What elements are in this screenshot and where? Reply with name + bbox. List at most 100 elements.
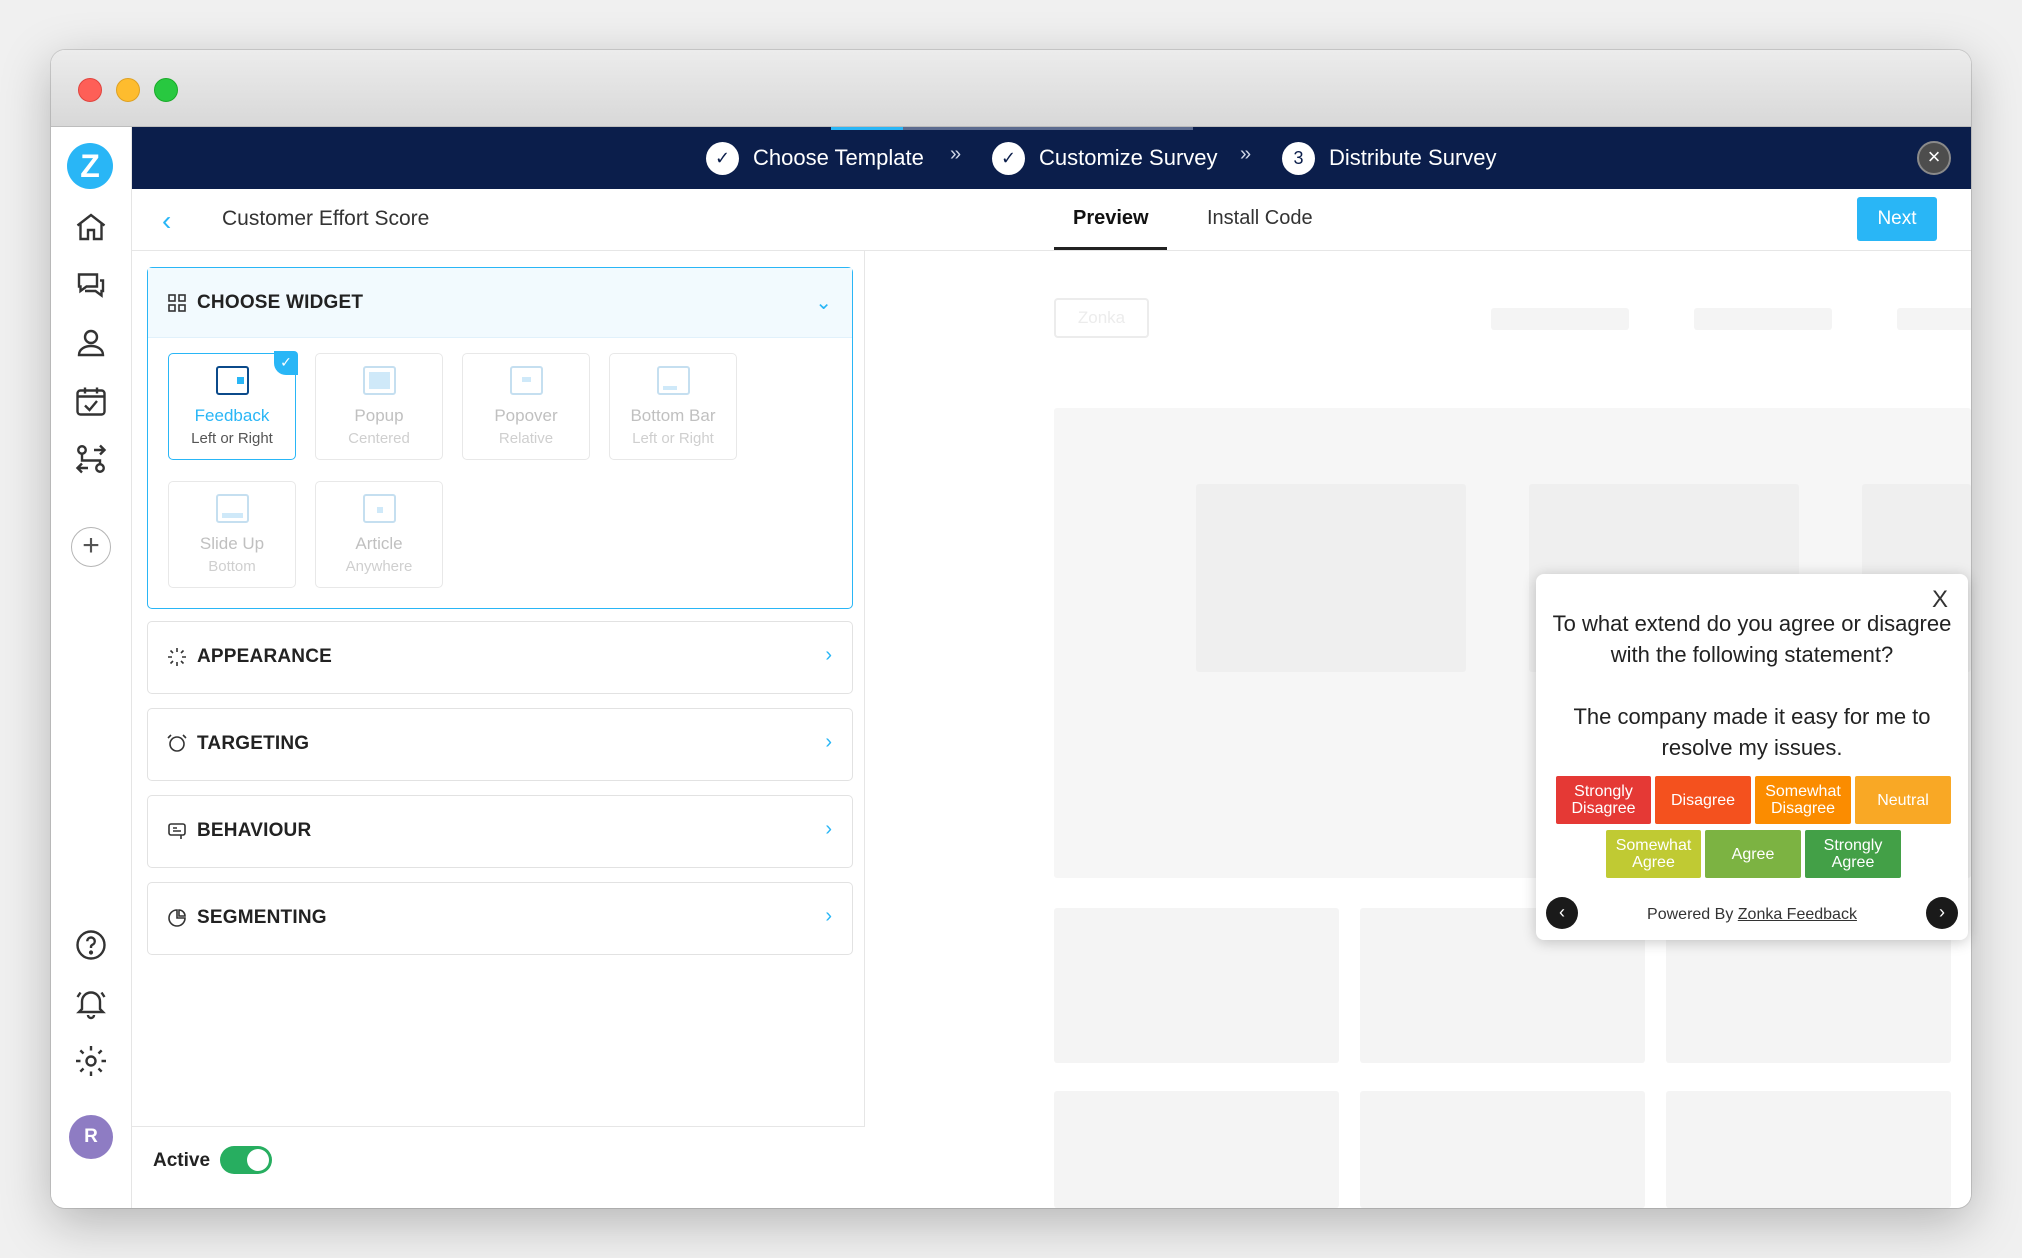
active-label: Active xyxy=(153,1150,211,1171)
preview-placeholder-button: Zonka xyxy=(1054,298,1149,338)
segmenting-header[interactable]: SEGMENTING › xyxy=(148,883,852,953)
widget-option-bottom-bar[interactable]: Bottom Bar Left or Right xyxy=(609,353,737,460)
calendar-check-icon[interactable] xyxy=(73,383,109,419)
option-disagree[interactable]: Disagree xyxy=(1655,776,1751,824)
section-title: CHOOSE WIDGET xyxy=(197,291,364,313)
next-arrow-icon[interactable]: › xyxy=(1926,897,1958,929)
step-label: Distribute Survey xyxy=(1329,145,1497,170)
step-choose-template[interactable]: ✓ Choose Template xyxy=(706,141,924,175)
placeholder-bar xyxy=(1694,308,1832,330)
placeholder-card xyxy=(1054,908,1339,1063)
check-icon: ✓ xyxy=(992,141,1025,175)
user-icon[interactable] xyxy=(73,325,109,361)
close-window-button[interactable] xyxy=(78,78,102,102)
workflow-icon[interactable] xyxy=(73,441,109,477)
choose-widget-header[interactable]: CHOOSE WIDGET ⌄ xyxy=(148,268,852,338)
zonka-feedback-link[interactable]: Zonka Feedback xyxy=(1738,906,1857,923)
zonka-logo[interactable]: Z xyxy=(67,143,113,189)
minimize-window-button[interactable] xyxy=(116,78,140,102)
article-widget-icon xyxy=(363,494,396,523)
section-title: TARGETING xyxy=(197,733,310,754)
widget-desc: Anywhere xyxy=(345,558,413,575)
option-strongly-agree[interactable]: Strongly Agree xyxy=(1805,830,1901,878)
next-button[interactable]: Next xyxy=(1857,197,1937,241)
panel-footer: Active xyxy=(132,1126,865,1208)
chevron-right-icon[interactable]: › xyxy=(825,731,832,754)
widget-name: Slide Up xyxy=(199,534,265,553)
slide-up-widget-icon xyxy=(216,494,249,523)
step-bar: ✓ Choose Template » ✓ Customize Survey »… xyxy=(132,127,1971,189)
widget-name: Popover xyxy=(494,406,558,425)
option-somewhat-agree[interactable]: Somewhat Agree xyxy=(1606,830,1701,878)
widget-option-feedback[interactable]: Feedback Left or Right ✓ xyxy=(168,351,298,460)
widget-option-slide-up[interactable]: Slide Up Bottom xyxy=(168,481,296,588)
target-icon xyxy=(166,733,188,755)
double-chevron-icon: » xyxy=(950,143,962,165)
user-avatar[interactable]: R xyxy=(69,1115,113,1159)
widget-desc: Relative xyxy=(498,430,554,447)
back-arrow-icon[interactable]: ‹ xyxy=(162,205,171,237)
widget-option-article[interactable]: Article Anywhere xyxy=(315,481,443,588)
selected-check-icon: ✓ xyxy=(274,351,298,375)
powered-by-text: Powered By xyxy=(1647,906,1734,923)
survey-question-intro: To what extend do you agree or disagree … xyxy=(1552,611,1952,667)
home-icon[interactable] xyxy=(73,209,109,245)
segmenting-section[interactable]: SEGMENTING › xyxy=(147,882,853,955)
close-icon[interactable]: × xyxy=(1917,141,1951,175)
section-title: BEHAVIOUR xyxy=(197,820,312,841)
widget-name: Popup xyxy=(354,406,404,425)
tab-install-code[interactable]: Install Code xyxy=(1207,207,1313,230)
placeholder-card xyxy=(1054,1091,1339,1208)
targeting-header[interactable]: TARGETING › xyxy=(148,709,852,779)
settings-gear-icon[interactable] xyxy=(73,1043,109,1079)
placeholder-bar xyxy=(1491,308,1629,330)
choose-widget-section: CHOOSE WIDGET ⌄ Feedback Left or Right ✓… xyxy=(147,267,853,609)
double-chevron-icon: » xyxy=(1240,143,1252,165)
placeholder-tile xyxy=(1196,484,1466,672)
step-customize-survey[interactable]: ✓ Customize Survey xyxy=(992,141,1218,175)
chevron-right-icon[interactable]: › xyxy=(825,644,832,667)
behaviour-icon xyxy=(166,820,188,842)
widget-settings-panel: CHOOSE WIDGET ⌄ Feedback Left or Right ✓… xyxy=(132,251,865,1208)
chat-bubbles-icon[interactable] xyxy=(73,267,109,303)
widget-option-popup[interactable]: Popup Centered xyxy=(315,353,443,460)
window-titlebar xyxy=(51,50,1971,127)
bottom-bar-widget-icon xyxy=(657,366,690,395)
behaviour-header[interactable]: BEHAVIOUR › xyxy=(148,796,852,866)
option-somewhat-disagree[interactable]: Somewhat Disagree xyxy=(1755,776,1851,824)
widget-desc: Bottom xyxy=(208,558,256,575)
appearance-section[interactable]: APPEARANCE › xyxy=(147,621,853,694)
widget-desc: Left or Right xyxy=(191,430,273,447)
widget-desc: Left or Right xyxy=(632,430,714,447)
chevron-down-icon[interactable]: ⌄ xyxy=(815,290,832,315)
active-toggle[interactable] xyxy=(220,1146,272,1174)
behaviour-section[interactable]: BEHAVIOUR › xyxy=(147,795,853,868)
chevron-right-icon[interactable]: › xyxy=(825,818,832,841)
survey-widget: X To what extend do you agree or disagre… xyxy=(1536,574,1968,940)
step-number: 3 xyxy=(1282,141,1315,175)
option-neutral[interactable]: Neutral xyxy=(1855,776,1951,824)
placeholder-bar xyxy=(1897,308,1971,330)
widget-name: Bottom Bar xyxy=(630,406,716,425)
add-button[interactable]: + xyxy=(71,527,111,567)
targeting-section[interactable]: TARGETING › xyxy=(147,708,853,781)
tab-preview[interactable]: Preview xyxy=(1073,207,1149,230)
widget-option-popover[interactable]: Popover Relative xyxy=(462,353,590,460)
step-distribute-survey[interactable]: 3 Distribute Survey xyxy=(1282,141,1497,175)
option-strongly-disagree[interactable]: Strongly Disagree xyxy=(1556,776,1651,824)
appearance-header[interactable]: APPEARANCE › xyxy=(148,622,852,692)
widget-desc: Centered xyxy=(348,430,410,447)
survey-question-statement: The company made it easy for me to resol… xyxy=(1573,704,1931,760)
notification-bell-icon[interactable] xyxy=(73,985,109,1021)
help-icon[interactable] xyxy=(73,927,109,963)
page-title: Customer Effort Score xyxy=(222,207,430,230)
step-label: Choose Template xyxy=(753,145,924,170)
maximize-window-button[interactable] xyxy=(154,78,178,102)
option-agree[interactable]: Agree xyxy=(1705,830,1801,878)
sparkle-icon xyxy=(166,646,188,668)
popover-widget-icon xyxy=(510,366,543,395)
popup-widget-icon xyxy=(363,366,396,395)
placeholder-card xyxy=(1360,1091,1645,1208)
placeholder-card xyxy=(1666,1091,1951,1208)
chevron-right-icon[interactable]: › xyxy=(825,905,832,928)
